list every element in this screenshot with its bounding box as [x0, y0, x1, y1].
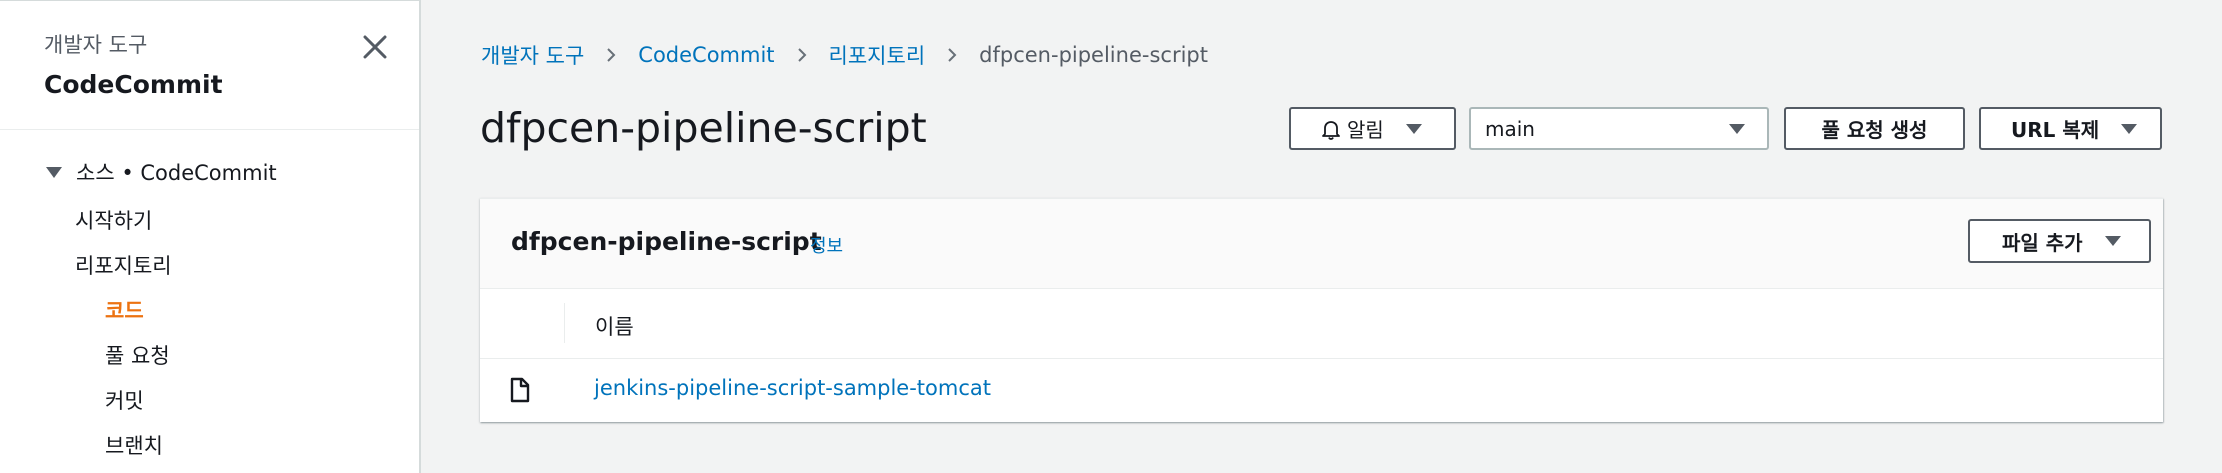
- add-file-button[interactable]: 파일 추가: [1968, 219, 2151, 263]
- create-pull-request-label: 풀 요청 생성: [1821, 118, 1928, 142]
- breadcrumb: 개발자 도구 CodeCommit 리포지토리 dfpcen-pipeline-…: [481, 40, 1208, 70]
- notify-button[interactable]: 알림: [1289, 107, 1456, 150]
- sidebar-item-pull-requests[interactable]: 풀 요청: [105, 340, 170, 370]
- sidebar-item-code[interactable]: 코드: [105, 295, 144, 325]
- breadcrumb-current: dfpcen-pipeline-script: [979, 43, 1208, 67]
- sidebar-item-branches[interactable]: 브랜치: [105, 430, 163, 460]
- branch-select-value: main: [1485, 116, 1535, 141]
- chevron-right-icon: [797, 48, 806, 62]
- sidebar-kicker: 개발자 도구: [44, 33, 148, 57]
- breadcrumb-codecommit[interactable]: CodeCommit: [638, 43, 774, 67]
- sidebar-title: CodeCommit: [44, 70, 223, 99]
- panel-title: dfpcen-pipeline-script: [511, 227, 822, 256]
- close-icon[interactable]: [359, 31, 391, 63]
- caret-down-icon: [2104, 236, 2121, 246]
- notify-label: 알림: [1347, 118, 1384, 142]
- copy-url-button[interactable]: URL 복제: [1979, 107, 2162, 150]
- chevron-right-icon: [607, 48, 616, 62]
- sidebar-section-label: 소스 • CodeCommit: [76, 161, 277, 185]
- branch-select[interactable]: main: [1469, 107, 1769, 150]
- column-header-name[interactable]: 이름: [595, 311, 634, 341]
- repository-panel: dfpcen-pipeline-script 정보 파일 추가 이름 jenki…: [480, 198, 2163, 422]
- bell-icon: [1322, 120, 1340, 140]
- caret-down-icon: [1405, 123, 1422, 134]
- file-icon: [510, 377, 530, 403]
- sidebar-item-getting-started[interactable]: 시작하기: [75, 205, 152, 235]
- panel-header: dfpcen-pipeline-script 정보 파일 추가: [480, 199, 2163, 289]
- caret-down-icon: [1729, 123, 1745, 134]
- breadcrumb-repositories[interactable]: 리포지토리: [829, 40, 926, 70]
- chevron-right-icon: [948, 48, 957, 62]
- copy-url-label: URL 복제: [2011, 118, 2100, 142]
- sidebar-divider: [0, 129, 419, 130]
- add-file-label: 파일 추가: [2002, 230, 2083, 255]
- sidebar-header: 개발자 도구 CodeCommit: [44, 31, 223, 101]
- caret-down-icon: [46, 167, 62, 178]
- sidebar: 개발자 도구 CodeCommit 소스 • CodeCommit 시작하기 리…: [0, 0, 421, 473]
- table-header: 이름: [480, 289, 2163, 359]
- main-content: 개발자 도구 CodeCommit 리포지토리 dfpcen-pipeline-…: [421, 0, 2222, 473]
- sidebar-item-repositories[interactable]: 리포지토리: [75, 250, 172, 280]
- create-pull-request-button[interactable]: 풀 요청 생성: [1784, 107, 1965, 150]
- info-link[interactable]: 정보: [810, 232, 843, 258]
- caret-down-icon: [2121, 123, 2138, 134]
- column-divider: [564, 303, 565, 343]
- sidebar-section-source[interactable]: 소스 • CodeCommit: [44, 157, 277, 187]
- breadcrumb-developer-tools[interactable]: 개발자 도구: [481, 40, 584, 70]
- table-row: jenkins-pipeline-script-sample-tomcat: [480, 359, 2163, 421]
- page-title: dfpcen-pipeline-script: [480, 104, 927, 152]
- file-link[interactable]: jenkins-pipeline-script-sample-tomcat: [594, 376, 991, 400]
- sidebar-item-commits[interactable]: 커밋: [105, 385, 144, 415]
